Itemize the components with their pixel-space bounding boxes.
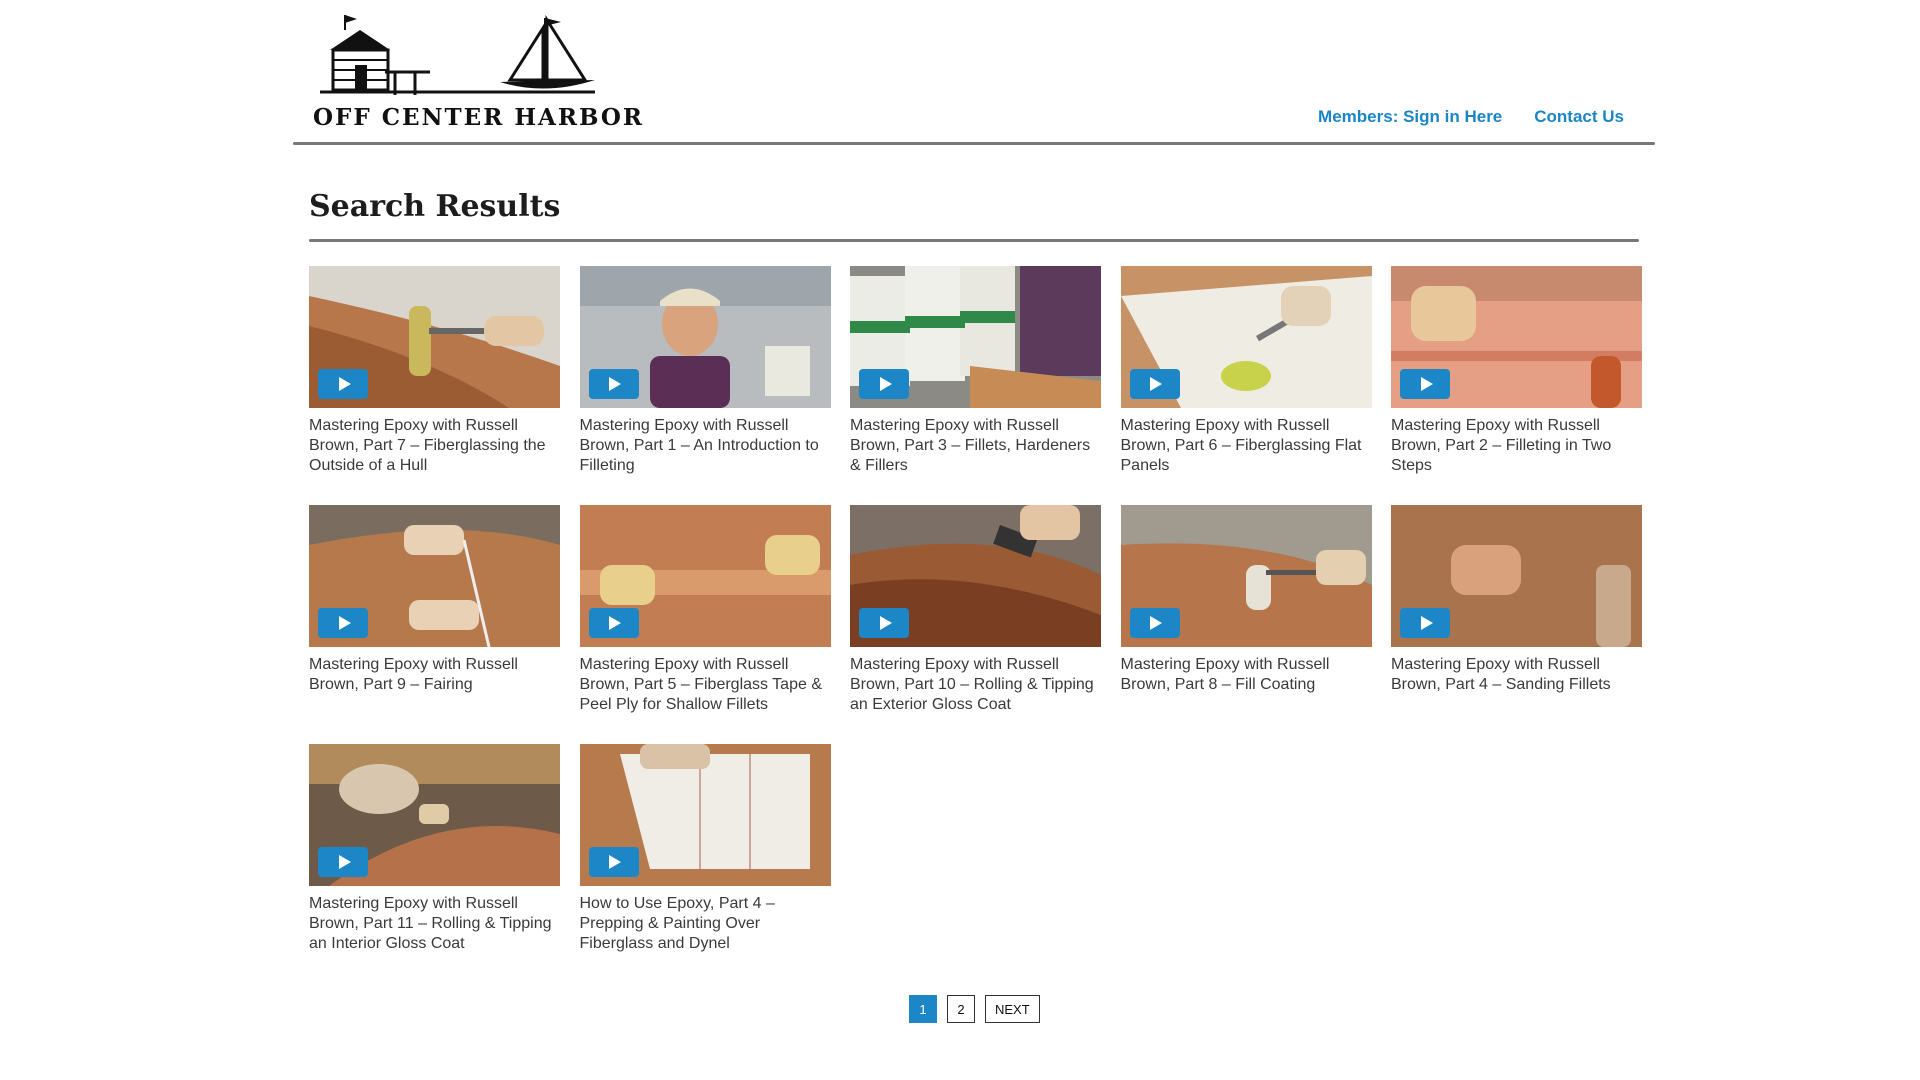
result-card[interactable]: Mastering Epoxy with Russell Brown, Part… [1391,505,1642,744]
video-thumbnail[interactable] [579,266,831,408]
result-title[interactable]: Mastering Epoxy with Russell Brown, Part… [309,416,560,476]
video-thumbnail[interactable] [579,505,831,647]
results-grid: Mastering Epoxy with Russell Brown, Part… [309,266,1642,983]
play-icon [338,855,351,869]
result-title[interactable]: Mastering Epoxy with Russell Brown, Part… [580,416,831,476]
result-title[interactable]: Mastering Epoxy with Russell Brown, Part… [580,655,831,715]
result-card[interactable]: Mastering Epoxy with Russell Brown, Part… [1120,266,1372,505]
video-thumbnail[interactable] [1391,505,1642,647]
play-button[interactable] [588,369,639,399]
pagination: 1 2 NEXT [909,995,1040,1023]
next-page-button[interactable]: NEXT [985,995,1040,1023]
play-icon [609,855,621,869]
play-button[interactable] [859,608,909,638]
play-button[interactable] [859,369,909,399]
site-logo-text: OFF CENTER HARBOR [313,104,645,131]
play-icon [609,377,621,391]
play-icon [609,616,621,630]
video-thumbnail[interactable] [309,505,560,647]
play-icon [1150,377,1162,391]
title-divider [309,239,1639,242]
play-button[interactable] [1129,369,1180,399]
play-button[interactable] [588,608,639,638]
result-card[interactable]: Mastering Epoxy with Russell Brown, Part… [579,266,831,505]
video-thumbnail[interactable] [850,505,1101,647]
result-card[interactable]: Mastering Epoxy with Russell Brown, Part… [1391,266,1642,505]
play-icon [879,377,892,391]
result-title[interactable]: Mastering Epoxy with Russell Brown, Part… [309,894,560,954]
result-title[interactable]: Mastering Epoxy with Russell Brown, Part… [309,655,560,695]
video-thumbnail[interactable] [309,744,560,886]
play-button[interactable] [318,608,368,638]
play-icon [1150,616,1162,630]
page-title: Search Results [309,189,561,224]
result-title[interactable]: Mastering Epoxy with Russell Brown, Part… [850,416,1101,476]
result-card[interactable]: Mastering Epoxy with Russell Brown, Part… [309,266,560,505]
result-title[interactable]: Mastering Epoxy with Russell Brown, Part… [850,655,1101,715]
play-icon [338,616,351,630]
play-button[interactable] [1400,608,1450,638]
result-card[interactable]: Mastering Epoxy with Russell Brown, Part… [850,266,1101,505]
contact-link[interactable]: Contact Us [1534,107,1624,127]
page-1-button[interactable]: 1 [909,995,937,1023]
boathouse-sailboat-logo-icon [320,14,595,95]
play-button[interactable] [1129,608,1180,638]
result-title[interactable]: Mastering Epoxy with Russell Brown, Part… [1121,655,1372,695]
play-button[interactable] [318,847,368,877]
play-icon [879,616,892,630]
result-card[interactable]: Mastering Epoxy with Russell Brown, Part… [850,505,1101,744]
video-thumbnail[interactable] [579,744,831,886]
result-card[interactable]: Mastering Epoxy with Russell Brown, Part… [1120,505,1372,744]
play-button[interactable] [318,369,368,399]
result-card[interactable]: Mastering Epoxy with Russell Brown, Part… [309,505,560,744]
play-button[interactable] [1400,369,1450,399]
result-card[interactable]: Mastering Epoxy with Russell Brown, Part… [309,744,560,983]
page-2-button[interactable]: 2 [947,995,975,1023]
play-icon [338,377,351,391]
result-title[interactable]: How to Use Epoxy, Part 4 – Prepping & Pa… [580,894,831,954]
header-divider [293,142,1655,145]
sign-in-link[interactable]: Members: Sign in Here [1318,107,1502,127]
play-icon [1420,377,1433,391]
video-thumbnail[interactable] [1120,266,1372,408]
play-icon [1420,616,1433,630]
site-header: OFF CENTER HARBOR Members: Sign in Here … [293,0,1655,150]
video-thumbnail[interactable] [1391,266,1642,408]
video-thumbnail[interactable] [850,266,1101,408]
play-button[interactable] [588,847,639,877]
video-thumbnail[interactable] [309,266,560,408]
top-navigation: Members: Sign in Here Contact Us [1318,107,1624,127]
result-card[interactable]: Mastering Epoxy with Russell Brown, Part… [579,505,831,744]
result-title[interactable]: Mastering Epoxy with Russell Brown, Part… [1121,416,1372,476]
result-card[interactable]: How to Use Epoxy, Part 4 – Prepping & Pa… [579,744,831,983]
result-title[interactable]: Mastering Epoxy with Russell Brown, Part… [1391,416,1642,476]
video-thumbnail[interactable] [1120,505,1372,647]
result-title[interactable]: Mastering Epoxy with Russell Brown, Part… [1391,655,1642,695]
